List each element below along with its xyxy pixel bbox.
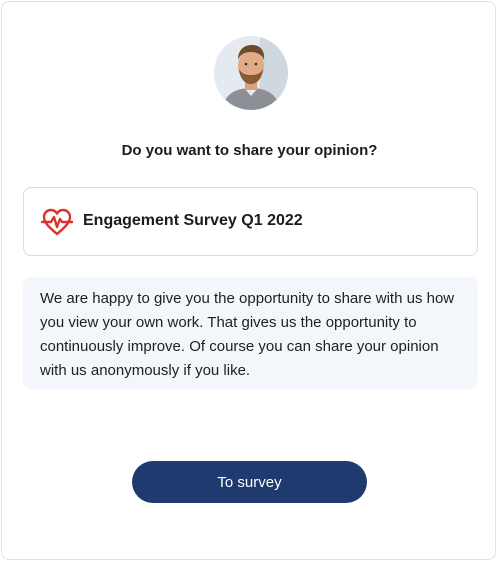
heartbeat-icon bbox=[41, 208, 73, 236]
avatar bbox=[214, 36, 288, 110]
survey-description: We are happy to give you the opportunity… bbox=[23, 277, 478, 389]
to-survey-button[interactable]: To survey bbox=[132, 461, 367, 503]
survey-item[interactable]: Engagement Survey Q1 2022 bbox=[23, 187, 478, 256]
question-heading: Do you want to share your opinion? bbox=[121, 142, 378, 159]
survey-title: Engagement Survey Q1 2022 bbox=[83, 212, 303, 229]
person-photo bbox=[214, 36, 288, 110]
